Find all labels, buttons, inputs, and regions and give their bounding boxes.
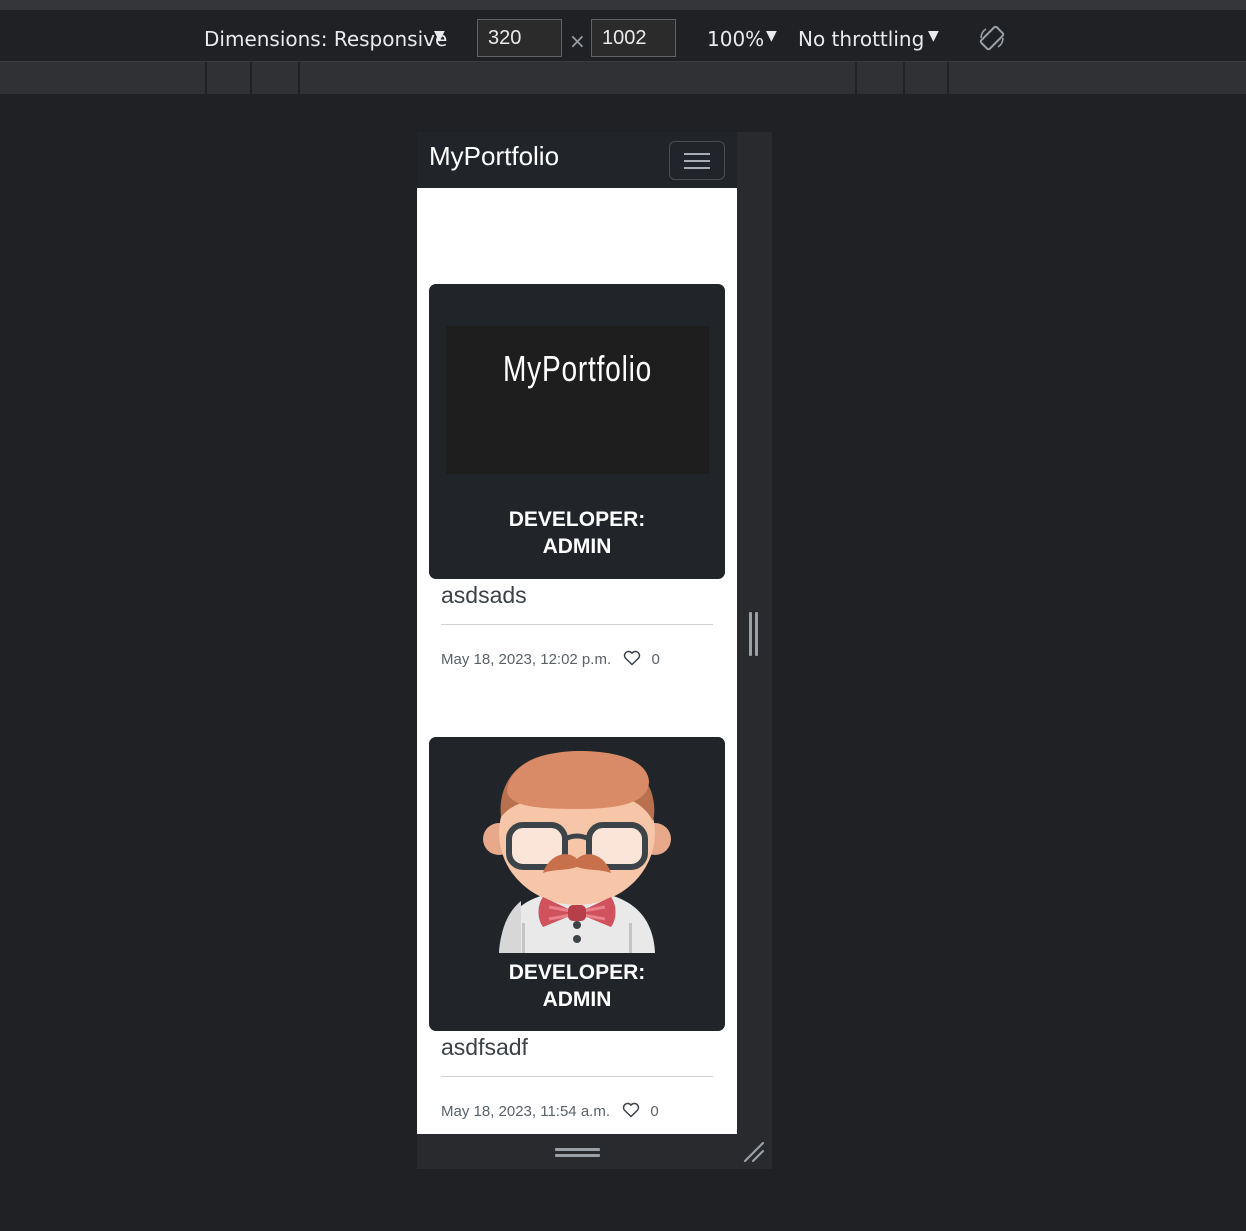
media-query-segment[interactable] — [300, 62, 857, 94]
dimensions-dropdown-arrow-icon[interactable]: ▼ — [434, 28, 445, 44]
navbar: MyPortfolio — [417, 132, 737, 188]
devtools-top-strip — [0, 0, 1246, 10]
post-card[interactable]: MyPortfolio DEVELOPER: ADMIN — [429, 284, 725, 579]
media-query-segment[interactable] — [0, 62, 207, 94]
post-image: MyPortfolio — [446, 326, 709, 474]
post-developer-label: DEVELOPER: — [508, 508, 646, 531]
post-developer-name: ADMIN — [542, 988, 612, 1011]
zoom-dropdown-arrow-icon[interactable]: ▼ — [766, 28, 777, 44]
heart-icon[interactable] — [622, 1102, 640, 1118]
resize-corner-icon[interactable] — [742, 1140, 766, 1164]
post-meta: May 18, 2023, 12:02 p.m. 0 — [441, 650, 660, 668]
post-image-logo-text: MyPortfolio — [502, 348, 653, 389]
page-viewport: MyPortfolio MyPortfolio DEVELOPER: ADMIN… — [417, 132, 737, 1134]
media-query-segment[interactable] — [857, 62, 905, 94]
throttling-dropdown-arrow-icon[interactable]: ▼ — [928, 28, 939, 44]
media-query-segment[interactable] — [252, 62, 300, 94]
device-toolbar: Dimensions: Responsive ▼ × 100% ▼ No thr… — [0, 10, 1246, 62]
media-query-segment[interactable] — [207, 62, 252, 94]
throttling-dropdown-label[interactable]: No throttling — [798, 27, 924, 51]
rotate-icon[interactable] — [978, 24, 1006, 52]
post-title[interactable]: asdfsadf — [441, 1034, 528, 1061]
media-query-segment[interactable] — [905, 62, 949, 94]
developer-avatar-image — [483, 751, 671, 953]
resize-handle-right[interactable] — [749, 612, 759, 656]
post-divider — [441, 624, 713, 625]
post-title[interactable]: asdsads — [441, 582, 527, 609]
dimensions-dropdown-label[interactable]: Dimensions: Responsive — [204, 27, 447, 51]
post-meta: May 18, 2023, 11:54 a.m. 0 — [441, 1102, 659, 1120]
media-query-bar — [0, 62, 1246, 94]
post-developer-name: ADMIN — [542, 535, 612, 558]
zoom-dropdown-label[interactable]: 100% — [707, 27, 764, 51]
times-separator: × — [569, 29, 586, 53]
resize-handle-bottom[interactable] — [555, 1148, 600, 1158]
navbar-brand[interactable]: MyPortfolio — [429, 141, 559, 172]
post-divider — [441, 1076, 713, 1077]
height-input[interactable] — [591, 19, 676, 57]
post-card[interactable]: DEVELOPER: ADMIN — [429, 737, 725, 1031]
post-date: May 18, 2023, 12:02 p.m. — [441, 651, 612, 668]
like-count: 0 — [650, 1103, 659, 1120]
hamburger-icon — [684, 153, 710, 155]
post-developer-label: DEVELOPER: — [508, 961, 646, 984]
hamburger-icon — [684, 160, 710, 162]
width-input[interactable] — [477, 19, 562, 57]
hamburger-icon — [684, 167, 710, 169]
heart-icon[interactable] — [623, 650, 641, 666]
navbar-toggler-button[interactable] — [669, 141, 725, 180]
post-date: May 18, 2023, 11:54 a.m. — [441, 1103, 610, 1120]
like-count: 0 — [651, 651, 660, 668]
